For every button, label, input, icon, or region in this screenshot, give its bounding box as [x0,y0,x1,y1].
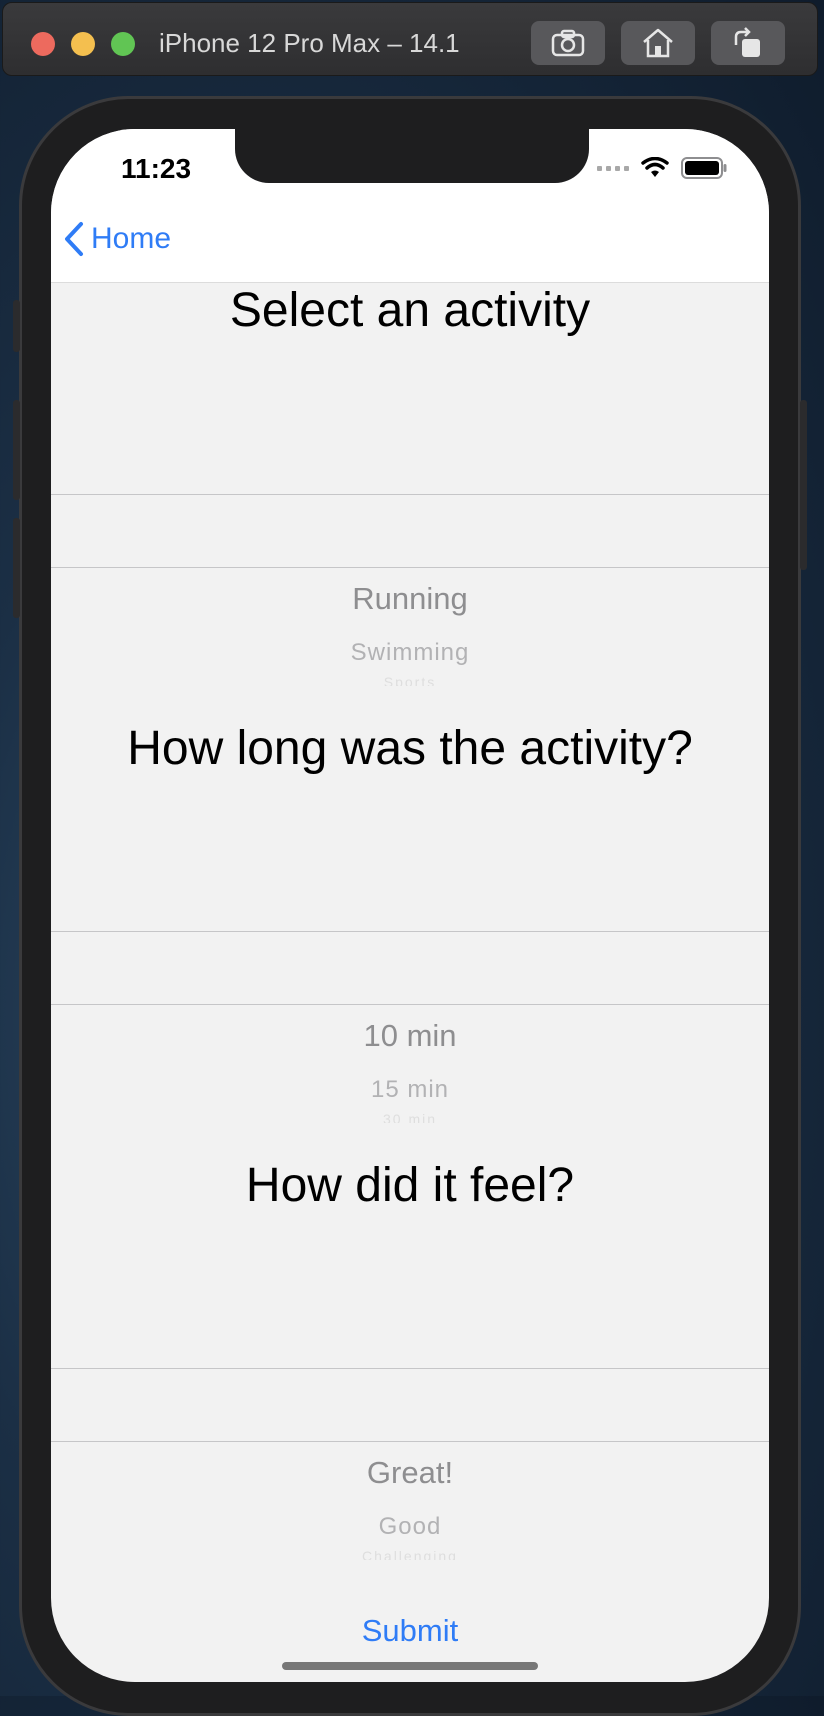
volume-down-button [13,518,20,618]
home-indicator [282,1662,538,1670]
picker-option[interactable]: Good [51,1513,769,1541]
back-button[interactable]: Home [63,221,171,257]
phone-screen: Home 11:23 Select an activity Running Sw… [51,129,769,1682]
screenshot-button[interactable] [531,21,605,65]
submit-button[interactable]: Submit [51,1613,769,1649]
picker-option[interactable]: 30 min [51,1111,769,1123]
picker-selection-bottom-line [51,1441,769,1442]
activity-heading: Select an activity [229,284,591,337]
duration-heading: How long was the activity? [127,722,693,775]
power-button [800,400,807,570]
simulator-title-bar: iPhone 12 Pro Max – 14.1 [2,2,818,76]
status-icons [597,157,727,179]
simulator-title: iPhone 12 Pro Max – 14.1 [159,28,460,58]
home-icon [643,28,673,58]
picker-option[interactable]: Running [51,581,769,617]
picker-selection-top-line [51,931,769,932]
picker-selection-top-line [51,1368,769,1369]
picker-option[interactable]: Swimming [51,639,769,667]
picker-selection-top-line [51,494,769,495]
silent-switch [13,300,20,352]
chevron-left-icon [65,222,83,256]
picker-option[interactable]: Sports [51,674,769,686]
notch [235,129,589,183]
picker-option[interactable]: 15 min [51,1076,769,1104]
picker-option[interactable]: Great! [51,1455,769,1491]
close-window-button[interactable] [31,32,55,56]
minimize-window-button[interactable] [71,32,95,56]
picker-option[interactable]: 10 min [51,1018,769,1054]
camera-icon [551,29,585,57]
back-button-label: Home [91,222,172,255]
feeling-heading: How did it feel? [245,1159,575,1212]
rotate-button[interactable] [711,21,785,65]
picker-selection-bottom-line [51,567,769,568]
picker-selection-bottom-line [51,1004,769,1005]
battery-icon [681,157,727,179]
wifi-icon [641,157,669,177]
picker-option[interactable]: Challenging [51,1548,769,1560]
home-button[interactable] [621,21,695,65]
volume-up-button [13,400,20,500]
cellular-signal-icon [597,165,629,171]
zoom-window-button[interactable] [111,32,135,56]
status-time: 11:23 [121,153,192,184]
rotate-icon [734,27,760,57]
